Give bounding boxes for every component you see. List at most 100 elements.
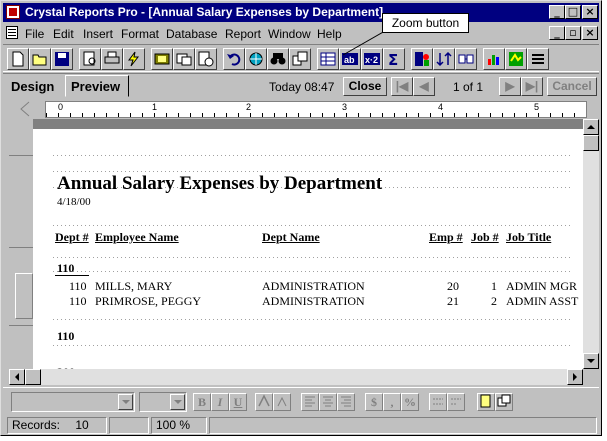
print-button[interactable] [101,48,123,70]
ruler-ticks [46,113,586,117]
italic-button[interactable]: I [211,393,229,411]
menu-edit[interactable]: Edit [53,27,74,41]
chevron-down-icon[interactable] [118,394,133,410]
mdi-restore-button[interactable]: ▫ [565,26,581,40]
currency-button[interactable]: $ [365,393,383,411]
save-disk-icon [55,52,69,66]
new-button[interactable] [7,48,29,70]
map-button[interactable] [505,48,527,70]
close-preview-button[interactable]: Close [343,77,387,96]
cell-job: 1 [491,279,497,293]
open-folder-icon [32,54,47,66]
thousands-button[interactable]: , [383,393,401,411]
arrow-up-icon [587,125,595,129]
menu-file[interactable]: File [25,27,44,41]
title-bar: Crystal Reports Pro - [Annual Salary Exp… [3,3,599,22]
bold-button[interactable]: B [193,393,211,411]
schedule-button[interactable] [195,48,217,70]
insert-database-field-button[interactable] [317,48,339,70]
guide-line [53,319,573,320]
section-marker[interactable] [15,273,33,319]
close-button[interactable]: × [582,5,598,19]
mdi-close-button[interactable]: × [582,26,598,40]
underline-button[interactable]: U [229,393,247,411]
cell-dept-name: ADMINISTRATION [262,294,365,308]
undo-button[interactable] [223,48,245,70]
menu-insert[interactable]: Insert [83,27,113,41]
zoom-button-callout: Zoom button [382,13,469,33]
header-dept: Dept # [55,230,89,244]
section-margin [9,119,33,369]
arrow-right-icon [573,373,577,381]
insert-object-button[interactable] [495,393,513,411]
sort-button[interactable] [433,48,455,70]
open-button[interactable] [29,48,51,70]
search-button[interactable] [267,48,289,70]
menu-database[interactable]: Database [166,27,217,41]
export-icon [154,53,170,65]
tab-preview[interactable]: Preview [65,75,129,97]
align-right-button[interactable] [337,393,355,411]
object-icon [497,394,511,407]
last-page-button[interactable]: ▶| [521,77,543,96]
field-grid-icon [320,52,336,66]
chevron-down-icon[interactable] [170,394,185,410]
header-job: Job # [471,230,499,244]
scroll-right-button[interactable] [567,369,583,385]
decrease-decimals-button[interactable] [447,393,465,411]
cancel-button[interactable]: Cancel [547,77,597,96]
cell-employee-name: MILLS, MARY [95,279,173,293]
window-title: Crystal Reports Pro - [Annual Salary Exp… [25,5,384,19]
report-preview-area[interactable]: Annual Salary Expenses by Department 4/1… [9,119,583,369]
decrease-font-button[interactable] [273,393,291,411]
header-employee-name: Employee Name [95,230,179,244]
scroll-left-button[interactable] [9,369,25,385]
chart-button[interactable] [483,48,505,70]
scroll-down-button[interactable] [583,353,599,369]
maximize-button[interactable]: □ [565,5,581,19]
expert-button[interactable] [411,48,433,70]
insert-section-button[interactable] [477,393,495,411]
increase-font-button[interactable] [255,393,273,411]
clock-page-icon [198,51,214,67]
align-center-button[interactable] [319,393,337,411]
align-left-button[interactable] [301,393,319,411]
group-underline [55,275,89,276]
first-page-button[interactable]: |◀ [391,77,413,96]
minimize-button[interactable]: _ [549,5,565,19]
zoom-button[interactable] [289,48,311,70]
menu-help[interactable]: Help [317,27,342,41]
link-button[interactable] [455,48,477,70]
app-icon[interactable] [6,5,20,19]
vertical-scroll-thumb[interactable] [583,135,599,151]
printer-icon [104,51,120,64]
more-button[interactable] [527,48,549,70]
tab-design[interactable]: Design [11,79,54,94]
undo-arrow-icon [227,53,241,66]
prev-page-button[interactable]: ◀ [413,77,435,96]
menu-window[interactable]: Window [268,27,311,41]
print-preview-button[interactable] [79,48,101,70]
align-center-icon [323,396,333,407]
font-size-combo[interactable] [139,392,187,412]
group-header: 110 [57,261,75,275]
document-control-icon[interactable] [6,26,18,39]
menu-report[interactable]: Report [225,27,261,41]
font-name-combo[interactable] [11,392,135,412]
mdi-minimize-button[interactable]: _ [549,26,565,40]
mail-button[interactable] [173,48,195,70]
save-button[interactable] [51,48,73,70]
menu-format[interactable]: Format [121,27,159,41]
database-button[interactable] [245,48,267,70]
export-button[interactable] [151,48,173,70]
increase-decimals-button[interactable] [429,393,447,411]
scroll-up-button[interactable] [583,119,599,135]
percent-button[interactable]: % [401,393,419,411]
ruler-corner [9,99,37,119]
refresh-button[interactable] [123,48,145,70]
horizontal-ruler[interactable]: 0 1 2 3 4 5 [45,101,587,118]
next-page-button[interactable]: ▶ [499,77,521,96]
horizontal-scroll-thumb[interactable] [25,369,41,385]
horizontal-scrollbar[interactable] [9,369,583,385]
vertical-scrollbar[interactable] [583,119,599,369]
